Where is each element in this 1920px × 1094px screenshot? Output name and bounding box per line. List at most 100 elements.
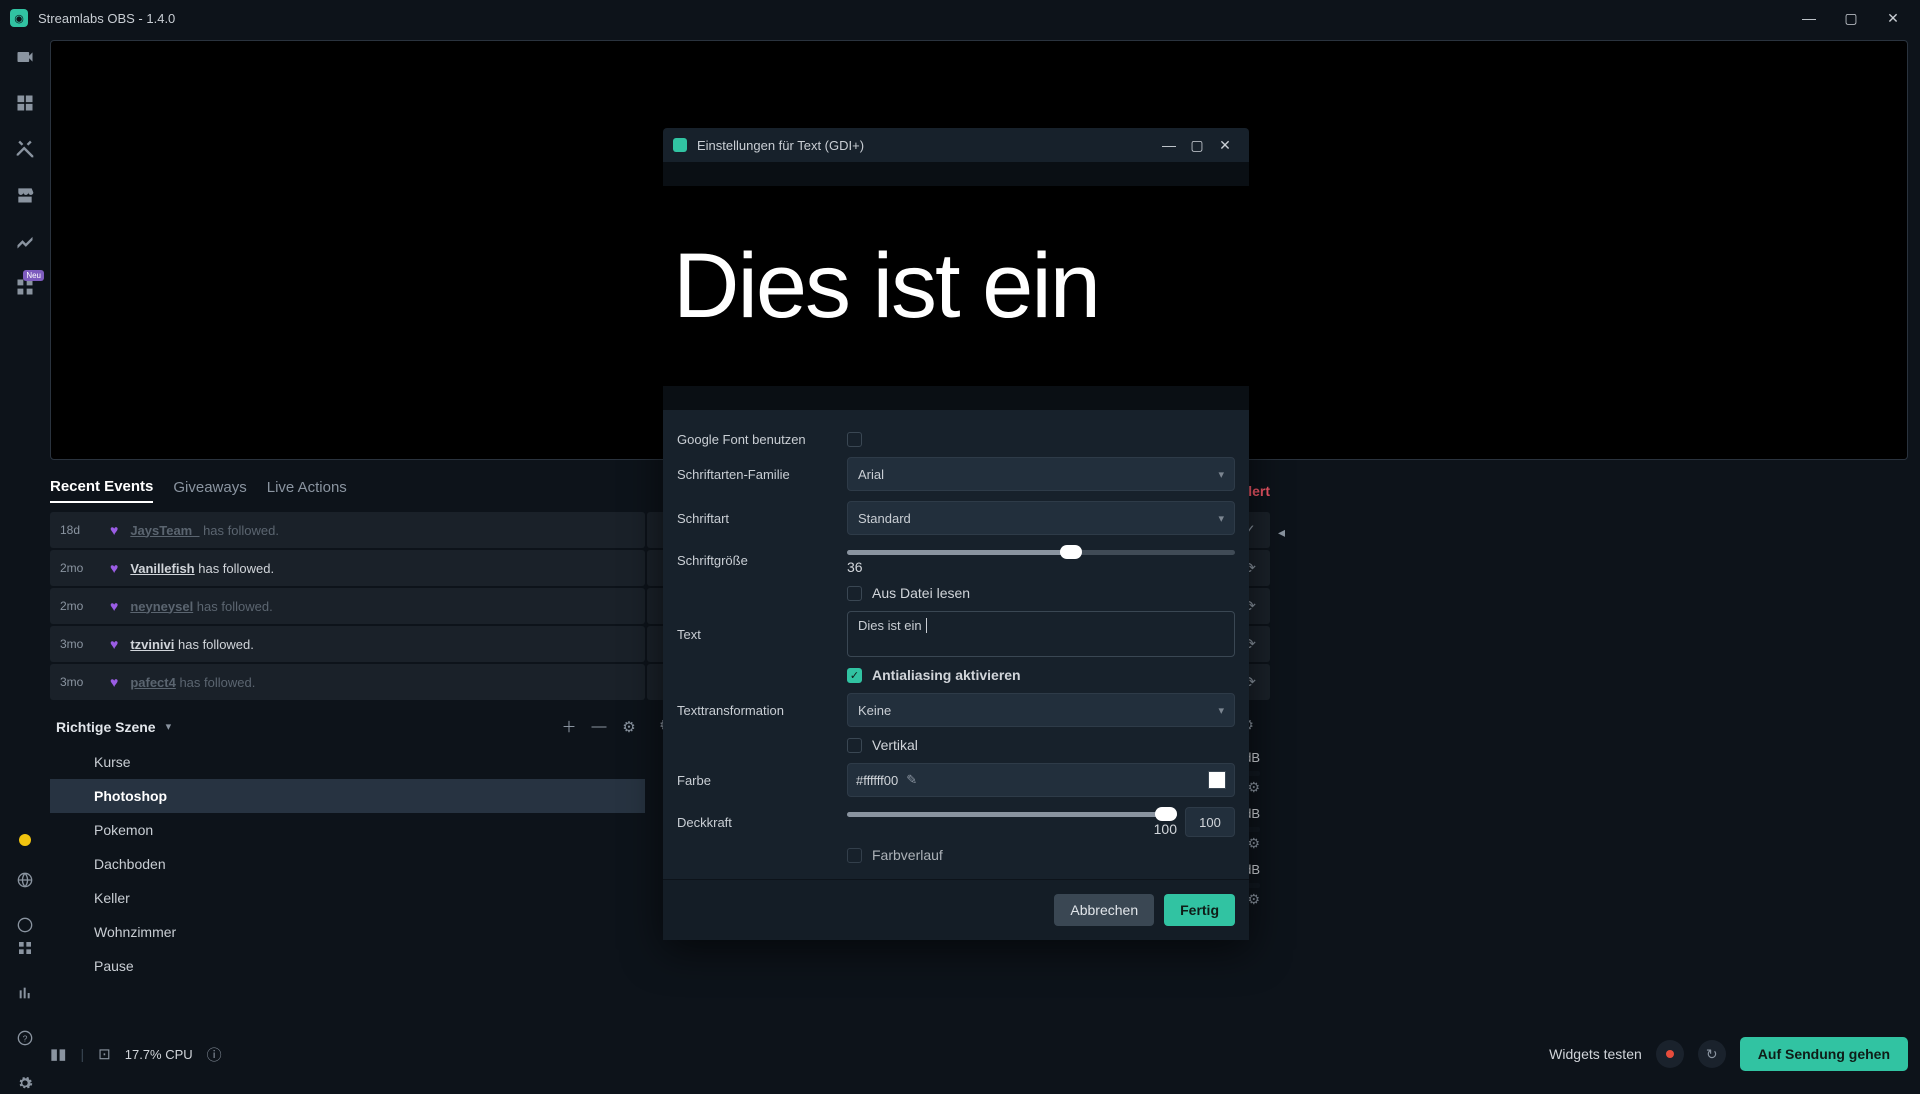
source-name: Kurse xyxy=(94,754,131,770)
event-row[interactable]: 18d♥JaysTeam_ has followed. xyxy=(50,512,645,548)
replay-button[interactable]: ↻ xyxy=(1698,1040,1726,1068)
cancel-button[interactable]: Abbrechen xyxy=(1054,894,1154,926)
source-name: Keller xyxy=(94,890,130,906)
event-row[interactable]: 3mo♥ pafect4 has followed. xyxy=(50,664,645,700)
color-swatch[interactable] xyxy=(1208,771,1226,789)
bottom-rail-icons: ? xyxy=(0,940,50,1094)
event-user[interactable]: tzvinivi xyxy=(130,637,174,652)
window-close-button[interactable]: ✕ xyxy=(1872,4,1914,32)
dialog-maximize-button[interactable]: ▢ xyxy=(1183,137,1211,154)
event-time: 3mo xyxy=(60,637,110,651)
event-time: 2mo xyxy=(60,599,110,613)
widgets-test-button[interactable]: Widgets testen xyxy=(1549,1046,1642,1062)
chart-icon[interactable] xyxy=(14,230,36,252)
event-time: 18d xyxy=(60,523,110,537)
gear-icon[interactable] xyxy=(17,1075,33,1094)
text-input[interactable]: Dies ist ein xyxy=(847,611,1235,657)
google-font-label: Google Font benutzen xyxy=(677,432,847,447)
stats-icon[interactable]: ▮▮ xyxy=(50,1045,67,1063)
crossed-tools-icon[interactable] xyxy=(14,138,36,160)
bottombar: ▮▮ | ⊡ 17.7% CPU ⓘ Widgets testen ↻ Auf … xyxy=(50,1036,1908,1072)
source-row[interactable]: ○Kurse xyxy=(50,745,645,779)
titlebar: ◉ Streamlabs OBS - 1.4.0 — ▢ ✕ xyxy=(0,0,1920,36)
opacity-value: 100 xyxy=(1199,815,1221,830)
source-row[interactable]: ○Photoshop xyxy=(50,779,645,813)
source-row[interactable]: ○Pause xyxy=(50,949,645,983)
apps-icon[interactable] xyxy=(17,940,33,959)
mixer-item-gear-icon[interactable]: ⚙ xyxy=(1247,779,1260,796)
font-style-select[interactable]: Standard xyxy=(847,501,1235,535)
opacity-display: 100 xyxy=(847,821,1177,837)
source-row[interactable]: ○Keller xyxy=(50,881,645,915)
window-maximize-button[interactable]: ▢ xyxy=(1830,4,1872,32)
tab-recent-events[interactable]: Recent Events xyxy=(50,478,153,503)
grid-icon[interactable] xyxy=(14,276,36,298)
color-label: Farbe xyxy=(677,773,847,788)
event-user[interactable]: JaysTeam_ xyxy=(130,523,199,538)
event-user[interactable]: Vanillefish xyxy=(130,561,194,576)
source-row[interactable]: ○Dachboden xyxy=(50,847,645,881)
font-size-label: Schriftgröße xyxy=(677,553,847,568)
dialog-close-button[interactable]: ✕ xyxy=(1211,137,1239,154)
dialog-titlebar[interactable]: Einstellungen für Text (GDI+) — ▢ ✕ xyxy=(663,128,1249,162)
font-family-select[interactable]: Arial xyxy=(847,457,1235,491)
opacity-numeric[interactable]: 100 xyxy=(1185,807,1235,837)
google-font-checkbox[interactable] xyxy=(847,432,862,447)
heart-icon: ♥ xyxy=(110,674,118,690)
scene-dropdown-icon[interactable]: ▾ xyxy=(166,720,172,733)
color-input[interactable]: #ffffff00 ✎ xyxy=(847,763,1235,797)
eyedropper-icon[interactable]: ✎ xyxy=(906,772,917,788)
scene-panel: Richtige Szene ▾ ＋ — ⚙ ○Kurse○Photoshop○… xyxy=(50,708,645,1035)
window-minimize-button[interactable]: — xyxy=(1788,4,1830,32)
store-icon[interactable] xyxy=(14,184,36,206)
source-row[interactable]: ○Pokemon xyxy=(50,813,645,847)
mixer-item-gear-icon[interactable]: ⚙ xyxy=(1247,835,1260,852)
tab-giveaways[interactable]: Giveaways xyxy=(173,479,246,502)
add-source-button[interactable]: ＋ xyxy=(559,716,579,737)
event-row[interactable]: 3mo♥tzvinivi has followed. xyxy=(50,626,645,662)
source-row[interactable]: ○Wohnzimmer xyxy=(50,915,645,949)
scene-title[interactable]: Richtige Szene xyxy=(56,719,156,735)
heart-icon: ♥ xyxy=(110,598,118,614)
font-style-label: Schriftart xyxy=(677,511,847,526)
event-text: has followed. xyxy=(193,599,273,614)
info-icon[interactable]: ⓘ xyxy=(207,1044,222,1065)
camera-icon[interactable] xyxy=(14,46,36,68)
heart-icon: ♥ xyxy=(110,636,118,652)
panel-collapse-icon[interactable]: ◂ xyxy=(1278,470,1292,1035)
transform-value: Keine xyxy=(858,703,891,718)
antialias-checkbox[interactable]: ✓ xyxy=(847,668,862,683)
from-file-checkbox[interactable] xyxy=(847,586,862,601)
event-row[interactable]: 2mo♥ neyneysel has followed. xyxy=(50,588,645,624)
font-size-slider[interactable] xyxy=(847,545,1235,559)
dialog-minimize-button[interactable]: — xyxy=(1155,137,1183,153)
go-live-button[interactable]: Auf Sendung gehen xyxy=(1740,1037,1908,1071)
transform-label: Texttransformation xyxy=(677,703,847,718)
event-row[interactable]: 2mo♥Vanillefish has followed. xyxy=(50,550,645,586)
event-user[interactable]: pafect4 xyxy=(130,675,176,690)
gradient-checkbox[interactable] xyxy=(847,848,862,863)
remove-source-button[interactable]: — xyxy=(589,718,609,735)
globe-icon[interactable] xyxy=(17,872,33,891)
heart-icon: ♥ xyxy=(110,560,118,576)
mixer-item-gear-icon[interactable]: ⚙ xyxy=(1247,891,1260,908)
record-button[interactable] xyxy=(1656,1040,1684,1068)
font-style-value: Standard xyxy=(858,511,911,526)
event-user[interactable]: neyneysel xyxy=(130,599,193,614)
vertical-label: Vertikal xyxy=(872,737,918,753)
event-text: has followed. xyxy=(176,675,256,690)
tab-live-actions[interactable]: Live Actions xyxy=(267,479,347,502)
layout-icon[interactable] xyxy=(14,92,36,114)
source-settings-button[interactable]: ⚙ xyxy=(619,718,639,736)
transform-select[interactable]: Keine xyxy=(847,693,1235,727)
ok-button[interactable]: Fertig xyxy=(1164,894,1235,926)
font-family-value: Arial xyxy=(858,467,884,482)
opacity-slider[interactable] xyxy=(847,807,1177,821)
antialias-label: Antialiasing aktivieren xyxy=(872,667,1021,683)
event-time: 3mo xyxy=(60,675,110,689)
vertical-checkbox[interactable] xyxy=(847,738,862,753)
bars-icon[interactable] xyxy=(17,985,33,1004)
question-icon[interactable]: ? xyxy=(17,1030,33,1049)
source-status-icons xyxy=(0,834,50,936)
help-icon[interactable] xyxy=(17,917,33,936)
